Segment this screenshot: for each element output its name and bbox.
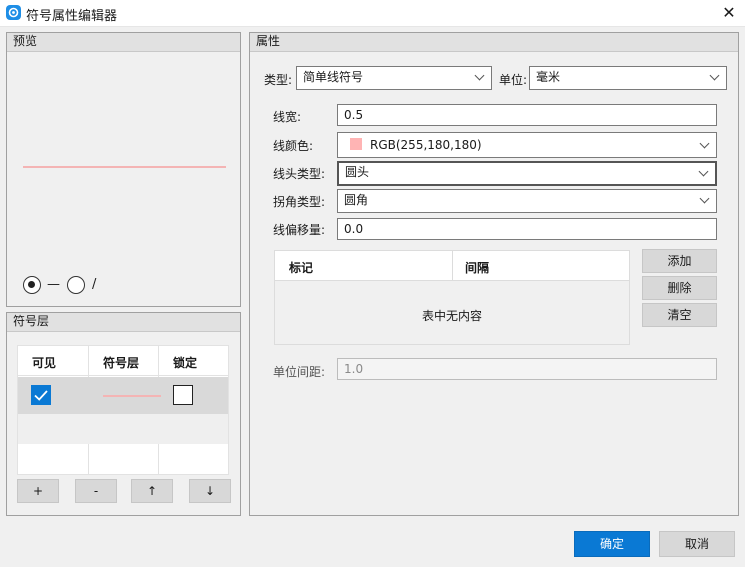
preview-header: 预览 <box>7 33 240 52</box>
remove-layer-button[interactable]: - <box>75 479 117 503</box>
marks-table: 标记 间隔 表中无内容 <box>274 250 630 345</box>
unit-select[interactable]: 毫米 <box>529 66 727 90</box>
type-select[interactable]: 简单线符号 <box>296 66 492 90</box>
line-offset-input[interactable]: 0.0 <box>337 218 717 240</box>
symbol-layers-header: 符号层 <box>7 313 240 332</box>
symbol-layers-panel: 符号层 可见 符号层 锁定 + - ↑ ↓ <box>6 312 241 516</box>
col-locked[interactable]: 锁定 <box>173 354 197 371</box>
add-layer-button[interactable]: + <box>17 479 59 503</box>
layer-line-preview <box>103 395 161 397</box>
close-icon[interactable]: ✕ <box>718 3 740 23</box>
type-value: 简单线符号 <box>303 70 364 84</box>
table-row[interactable] <box>18 377 228 414</box>
ok-button[interactable]: 确定 <box>574 531 650 557</box>
radio-dash-style[interactable] <box>23 276 41 294</box>
visible-checkbox[interactable] <box>31 385 51 405</box>
unit-interval-label: 单位间距: <box>273 365 326 379</box>
chevron-down-icon <box>709 70 720 81</box>
unit-label: 单位: <box>499 73 528 87</box>
line-color-value: RGB(255,180,180) <box>370 138 482 152</box>
corner-type-label: 拐角类型: <box>273 195 326 209</box>
layers-table: 可见 符号层 锁定 <box>17 345 229 475</box>
col-visible[interactable]: 可见 <box>32 354 56 371</box>
preview-line <box>23 166 226 168</box>
empty-table-message: 表中无内容 <box>421 309 482 323</box>
col-mark[interactable]: 标记 <box>289 259 313 276</box>
preview-panel: 预览 — / <box>6 32 241 307</box>
unit-interval-input[interactable]: 1.0 <box>337 358 717 380</box>
corner-type-select[interactable]: 圆角 <box>337 189 717 213</box>
chevron-down-icon <box>699 193 710 204</box>
col-symbol-layer[interactable]: 符号层 <box>103 354 139 371</box>
delete-mark-button[interactable]: 删除 <box>642 276 717 300</box>
corner-type-value: 圆角 <box>344 193 369 207</box>
line-width-label: 线宽: <box>273 110 302 124</box>
col-interval[interactable]: 间隔 <box>465 259 489 276</box>
properties-header: 属性 <box>250 33 738 52</box>
app-logo-icon <box>6 5 21 20</box>
type-label: 类型: <box>264 73 293 87</box>
chevron-down-icon <box>699 138 710 149</box>
move-down-button[interactable]: ↓ <box>189 479 231 503</box>
line-width-input[interactable]: 0.5 <box>337 104 717 126</box>
locked-checkbox[interactable] <box>173 385 193 405</box>
properties-panel: 属性 类型: 简单线符号 单位: 毫米 线宽: 0.5 线颜色: RGB(255… <box>249 32 739 516</box>
layers-table-header: 可见 符号层 锁定 <box>18 346 228 376</box>
line-color-label: 线颜色: <box>273 139 314 153</box>
radio-dash-label: — <box>47 277 60 292</box>
unit-value: 毫米 <box>536 70 561 84</box>
chevron-down-icon <box>698 166 709 177</box>
line-head-label: 线头类型: <box>273 167 326 181</box>
table-row <box>18 414 228 444</box>
cancel-button[interactable]: 取消 <box>659 531 735 557</box>
radio-selected-dot <box>28 281 35 288</box>
move-up-button[interactable]: ↑ <box>131 479 173 503</box>
add-mark-button[interactable]: 添加 <box>642 249 717 273</box>
line-color-select[interactable]: RGB(255,180,180) <box>337 132 717 158</box>
line-offset-label: 线偏移量: <box>273 223 326 237</box>
radio-slash-style[interactable] <box>67 276 85 294</box>
window-title: 符号属性编辑器 <box>26 9 118 24</box>
marks-table-header: 标记 间隔 <box>275 251 629 281</box>
chevron-down-icon <box>474 70 485 81</box>
clear-marks-button[interactable]: 清空 <box>642 303 717 327</box>
line-head-select[interactable]: 圆头 <box>337 161 717 186</box>
line-head-value: 圆头 <box>345 165 370 179</box>
radio-slash-label: / <box>92 277 97 292</box>
color-swatch <box>350 138 362 150</box>
